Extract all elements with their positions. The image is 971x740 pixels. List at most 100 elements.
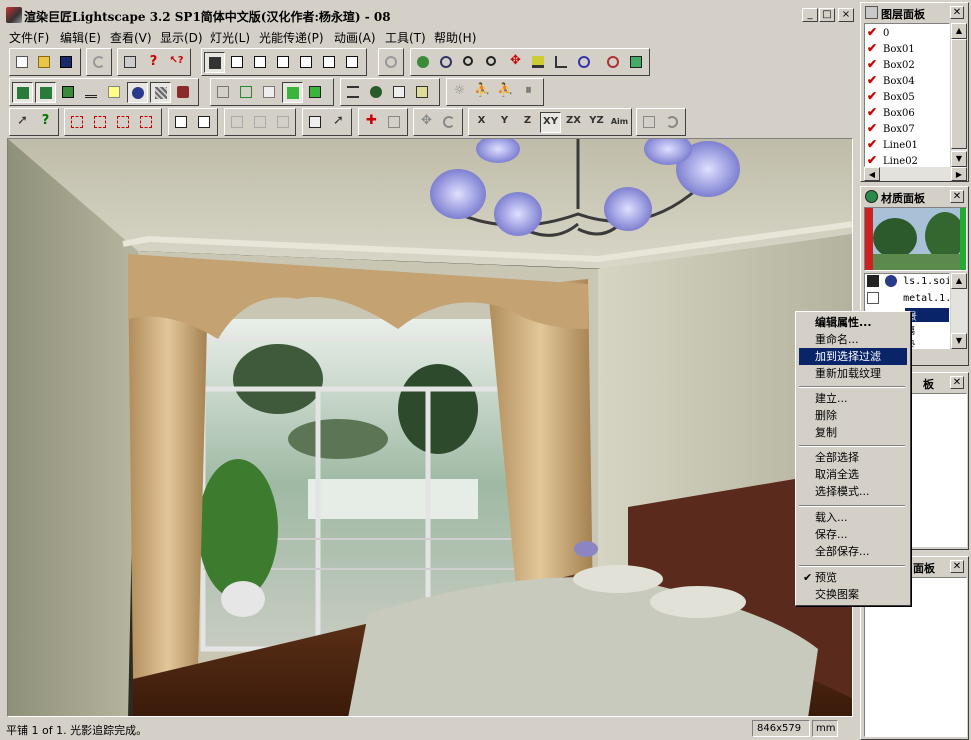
layers-horizontal-scrollbar[interactable]: ◀ ▶ (864, 167, 967, 181)
layer-visible-check-icon[interactable]: ✔ (867, 41, 883, 55)
scroll-up-arrow-icon[interactable]: ▲ (951, 273, 967, 289)
menu-delete[interactable]: 删除 (799, 407, 907, 424)
menu-select-all[interactable]: 全部选择 (799, 449, 907, 466)
layer-visible-check-icon[interactable]: ✔ (867, 121, 883, 135)
reset-button[interactable] (639, 112, 660, 133)
minimize-button[interactable]: _ (802, 8, 818, 22)
translate-button[interactable]: ✥ (416, 112, 437, 133)
menu-animation[interactable]: 动画(A) (334, 29, 376, 46)
scroll-thumb[interactable] (951, 39, 967, 149)
menu-display[interactable]: 显示(D) (160, 29, 203, 46)
luminaires-panel-close-button[interactable]: ✕ (950, 560, 964, 573)
cube-view-4-button[interactable] (296, 52, 317, 73)
material-item[interactable]: ls.1.soil (867, 275, 949, 291)
display-texture-button[interactable] (127, 82, 148, 103)
zoom-window-button[interactable] (626, 52, 647, 73)
render-viewport[interactable] (7, 138, 853, 717)
walk-button[interactable] (413, 52, 434, 73)
zoom-in-button[interactable] (459, 52, 480, 73)
layer-visible-check-icon[interactable]: ✔ (867, 57, 883, 71)
menu-deselect-all[interactable]: 取消全选 (799, 466, 907, 483)
zoom-extents-button[interactable] (603, 52, 624, 73)
layer-item[interactable]: ✔ Box07 (867, 121, 915, 137)
layer-visible-check-icon[interactable]: ✔ (867, 25, 883, 39)
run-button[interactable]: ⛹ (495, 82, 516, 103)
undo-transform-button[interactable] (662, 112, 683, 133)
display-background-button[interactable] (104, 82, 125, 103)
menu-reload-texture[interactable]: 重新加载纹理 (799, 365, 907, 382)
page-prev-button[interactable] (171, 112, 192, 133)
scroll-down-arrow-icon[interactable]: ▼ (951, 151, 967, 167)
menu-file[interactable]: 文件(F) (9, 29, 49, 46)
open-file-button[interactable] (34, 52, 55, 73)
help-button[interactable]: ? (143, 52, 164, 73)
maximize-button[interactable]: □ (819, 8, 835, 22)
cube-view-5-button[interactable] (319, 52, 340, 73)
cube-view-3-button[interactable] (273, 52, 294, 73)
select-pointer-filter-button[interactable]: ➚ (328, 112, 349, 133)
layer-item[interactable]: ✔ Box04 (867, 73, 915, 89)
cube-view-1-button[interactable] (227, 52, 248, 73)
layer-visible-check-icon[interactable]: ✔ (867, 137, 883, 151)
menu-select-mode[interactable]: 选择模式... (799, 483, 907, 500)
menu-copy[interactable]: 复制 (799, 424, 907, 441)
menu-load[interactable]: 载入... (799, 509, 907, 526)
layer-item[interactable]: ✔ 0 (867, 25, 889, 41)
scroll-left-arrow-icon[interactable]: ◀ (864, 167, 880, 181)
menu-radiosity[interactable]: 光能传递(P) (259, 29, 324, 46)
menu-tools[interactable]: 工具(T) (385, 29, 426, 46)
layer-item[interactable]: ✔ Box05 (867, 89, 915, 105)
render-wire-button[interactable] (213, 82, 234, 103)
print-button[interactable] (120, 52, 141, 73)
close-button[interactable]: × (838, 8, 854, 22)
scroll-right-arrow-icon[interactable]: ▶ (951, 167, 967, 181)
display-mesh-button[interactable] (150, 82, 171, 103)
filter-3-button[interactable] (273, 112, 294, 133)
menu-swap-pattern[interactable]: 交换图案 (799, 586, 907, 603)
menu-save[interactable]: 保存... (799, 526, 907, 543)
layer-visible-check-icon[interactable]: ✔ (867, 73, 883, 87)
layers-button[interactable] (343, 82, 364, 103)
menu-save-all[interactable]: 全部保存... (799, 543, 907, 560)
axis-yz-button[interactable]: YZ (586, 112, 607, 133)
orbit-button[interactable] (436, 52, 457, 73)
select-window-button[interactable] (67, 112, 88, 133)
pan-button[interactable]: ✥ (505, 52, 526, 73)
materials-button[interactable] (366, 82, 387, 103)
materials-panel-close-button[interactable]: ✕ (950, 190, 964, 203)
select-arrow-button[interactable]: ➚ (12, 112, 33, 133)
page-next-button[interactable] (194, 112, 215, 133)
selection-filter-button[interactable] (305, 112, 326, 133)
display-lines-button[interactable] (81, 82, 102, 103)
select-cross-button[interactable] (90, 112, 111, 133)
move-block-button[interactable] (384, 112, 405, 133)
layer-visible-check-icon[interactable]: ✔ (867, 89, 883, 103)
menu-preview[interactable]: ✔ 预览 (799, 569, 907, 586)
axis-aim-button[interactable]: Aim (609, 112, 630, 133)
menu-help[interactable]: 帮助(H) (434, 29, 476, 46)
axis-y-button[interactable]: Y (494, 112, 515, 133)
luminaires-button[interactable] (412, 82, 433, 103)
stop-button[interactable]: ⏸ (518, 82, 539, 103)
materials-vertical-scrollbar[interactable]: ▲ ▼ (951, 273, 967, 349)
display-sun-button[interactable] (173, 82, 194, 103)
blocks-panel-close-button[interactable]: ✕ (950, 376, 964, 389)
cube-view-2-button[interactable] (250, 52, 271, 73)
axis-xy-button[interactable]: XY (540, 112, 561, 133)
display-solid-button[interactable] (12, 82, 33, 103)
undo-button[interactable] (89, 52, 110, 73)
deselect-cross-button[interactable] (136, 112, 157, 133)
menu-edit-properties[interactable]: 编辑属性... (799, 314, 907, 331)
context-help-button[interactable]: ↖? (166, 52, 187, 73)
render-flat-button[interactable] (259, 82, 280, 103)
roll-button[interactable] (574, 52, 595, 73)
material-item[interactable]: metal.1. (867, 292, 949, 308)
menu-create[interactable]: 建立... (799, 390, 907, 407)
axis-zx-button[interactable]: ZX (563, 112, 584, 133)
deselect-window-button[interactable] (113, 112, 134, 133)
menu-edit[interactable]: 编辑(E) (60, 29, 101, 46)
scroll-down-arrow-icon[interactable]: ▼ (951, 333, 967, 349)
menu-rename[interactable]: 重命名... (799, 331, 907, 348)
move-button[interactable]: ✚ (361, 112, 382, 133)
axis-x-button[interactable]: X (471, 112, 492, 133)
